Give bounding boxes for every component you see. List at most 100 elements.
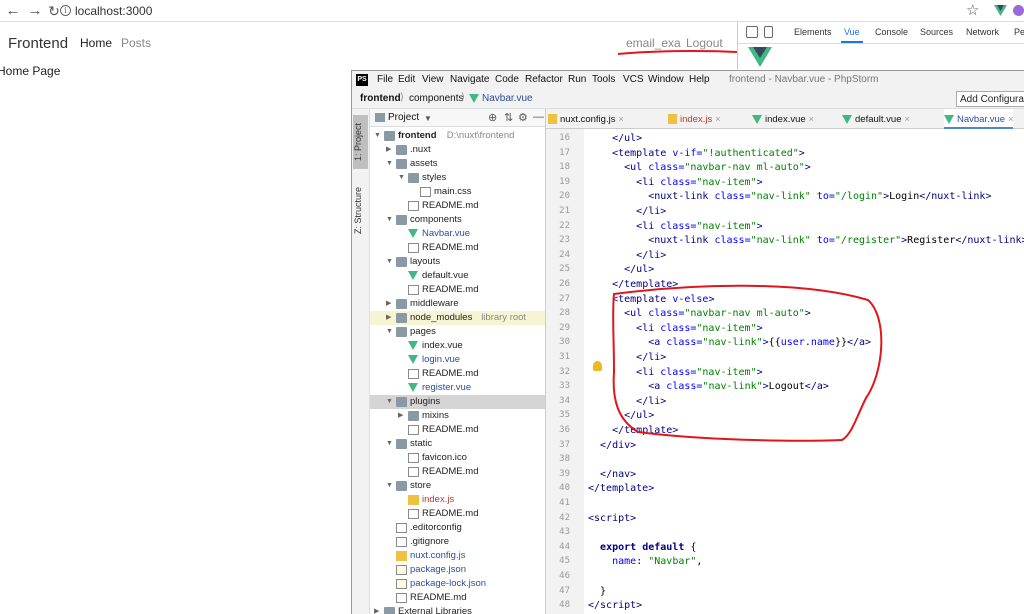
collapse-arrow-icon[interactable]: ▶ (398, 409, 403, 423)
tree-item[interactable]: nuxt.config.js (370, 549, 545, 563)
code-line[interactable]: </template> (588, 483, 654, 494)
expand-arrow-icon[interactable]: ▼ (398, 171, 405, 185)
close-tab-icon[interactable]: × (1008, 114, 1013, 124)
devtools-tab-overflow[interactable]: Pe (1014, 27, 1024, 37)
close-tab-icon[interactable]: × (618, 114, 623, 124)
expand-arrow-icon[interactable]: ▼ (386, 255, 393, 269)
locate-icon[interactable]: ⊕ (488, 111, 497, 124)
menu-file[interactable]: File (377, 74, 393, 85)
menu-window[interactable]: Window (648, 74, 684, 85)
expand-arrow-icon[interactable]: ▼ (386, 479, 393, 493)
expand-arrow-icon[interactable]: ▼ (386, 157, 393, 171)
editor-tab[interactable]: index.js × (668, 109, 720, 129)
tree-item[interactable]: package.json (370, 563, 545, 577)
tree-item[interactable]: ▶ External Libraries (370, 605, 545, 614)
bookmark-star-icon[interactable]: ☆ (966, 1, 979, 19)
tree-item[interactable]: .editorconfig (370, 521, 545, 535)
breadcrumb-frontend[interactable]: frontend (360, 93, 401, 104)
devtools-tab-vue[interactable]: Vue (844, 27, 860, 37)
side-tab-project[interactable]: 1: Project (353, 115, 368, 169)
code-line[interactable]: <nuxt-link class="nav-link" to="/login">… (588, 191, 991, 202)
menu-tools[interactable]: Tools (592, 74, 615, 85)
tree-item[interactable]: ▼ static (370, 437, 545, 451)
tree-item[interactable]: ▼ frontend D:\nuxt\frontend (370, 129, 545, 143)
forward-arrow-icon[interactable]: → (26, 2, 44, 20)
code-line[interactable]: </ul> (588, 264, 654, 275)
info-icon[interactable]: i (60, 5, 71, 16)
nav-home-link[interactable]: Home (80, 36, 112, 50)
tree-item[interactable]: index.vue (370, 339, 545, 353)
collapse-arrow-icon[interactable]: ▶ (386, 311, 391, 325)
breadcrumb-components[interactable]: components (409, 93, 463, 104)
tree-item[interactable]: README.md (370, 591, 545, 605)
menu-view[interactable]: View (422, 74, 444, 85)
tree-item[interactable]: ▶ middleware (370, 297, 545, 311)
tree-item[interactable]: ▼ styles (370, 171, 545, 185)
devtools-tab-elements[interactable]: Elements (794, 27, 832, 37)
tree-item[interactable]: ▶ .nuxt (370, 143, 545, 157)
editor-tab[interactable]: default.vue × (842, 109, 910, 129)
editor-tab[interactable]: Navbar.vue × (944, 109, 1014, 129)
tree-item[interactable]: ▼ pages (370, 325, 545, 339)
expand-arrow-icon[interactable]: ▼ (386, 213, 393, 227)
menu-edit[interactable]: Edit (398, 74, 415, 85)
close-tab-icon[interactable]: × (809, 114, 814, 124)
tree-item[interactable]: README.md (370, 199, 545, 213)
tree-item[interactable]: login.vue (370, 353, 545, 367)
tree-item[interactable]: ▼ plugins (370, 395, 545, 409)
code-line[interactable]: export default { (588, 542, 696, 553)
editor-tab[interactable]: index.vue × (752, 109, 814, 129)
code-line[interactable]: <ul class="navbar-nav ml-auto"> (588, 162, 811, 173)
tree-item[interactable]: ▼ components (370, 213, 545, 227)
menu-run[interactable]: Run (568, 74, 586, 85)
nav-user-email[interactable]: email_exa (626, 36, 681, 50)
code-line[interactable]: <template v-if="!authenticated"> (588, 148, 805, 159)
menu-vcs[interactable]: VCS (623, 74, 644, 85)
code-line[interactable]: <script> (588, 513, 636, 524)
nav-logout-link[interactable]: Logout (686, 36, 723, 50)
tree-item[interactable]: index.js (370, 493, 545, 507)
code-line[interactable]: } (588, 586, 606, 597)
code-line[interactable]: </script> (588, 600, 642, 611)
tree-item[interactable]: README.md (370, 507, 545, 521)
editor-tab[interactable]: nuxt.config.js × (548, 109, 624, 129)
back-arrow-icon[interactable]: ← (4, 2, 22, 20)
code-line[interactable]: </ul> (588, 410, 654, 421)
close-tab-icon[interactable]: × (715, 114, 720, 124)
tree-item[interactable]: ▶ mixins (370, 409, 545, 423)
tree-item[interactable]: main.css (370, 185, 545, 199)
tree-item[interactable]: ▼ assets (370, 157, 545, 171)
expand-arrow-icon[interactable]: ▼ (386, 325, 393, 339)
settings-gear-icon[interactable]: ⚙ (518, 111, 528, 124)
code-line[interactable]: <a class="nav-link">Logout</a> (588, 381, 829, 392)
code-line[interactable]: <template v-else> (588, 294, 714, 305)
address-bar[interactable]: localhost:3000 (75, 4, 152, 18)
hide-panel-icon[interactable]: — (533, 111, 544, 123)
add-configuration-button[interactable]: Add Configurat (956, 91, 1024, 107)
collapse-arrow-icon[interactable]: ▶ (374, 605, 379, 614)
site-brand[interactable]: Frontend (8, 35, 68, 52)
code-line[interactable]: </template> (588, 279, 678, 290)
menu-help[interactable]: Help (689, 74, 710, 85)
project-panel-title[interactable]: Project (388, 112, 419, 123)
code-line[interactable]: </div> (588, 440, 636, 451)
tree-item[interactable]: Navbar.vue (370, 227, 545, 241)
code-line[interactable]: </ul> (588, 133, 642, 144)
menu-navigate[interactable]: Navigate (450, 74, 489, 85)
code-line[interactable]: <a class="nav-link">{{user.name}}</a> (588, 337, 871, 348)
tree-item[interactable]: ▶ node_modules library root (370, 311, 545, 325)
tree-item[interactable]: favicon.ico (370, 451, 545, 465)
code-editor[interactable]: </ul> <template v-if="!authenticated"> <… (584, 129, 1024, 614)
tree-item[interactable]: README.md (370, 423, 545, 437)
tree-item[interactable]: ▼ store (370, 479, 545, 493)
extension-icon[interactable] (1012, 4, 1024, 17)
tree-item[interactable]: default.vue (370, 269, 545, 283)
menu-code[interactable]: Code (495, 74, 519, 85)
vue-devtools-extension-icon[interactable] (994, 4, 1007, 17)
code-line[interactable]: <li class="nav-item"> (588, 221, 762, 232)
lightbulb-icon[interactable] (593, 361, 602, 371)
code-line[interactable]: </template> (588, 425, 678, 436)
dropdown-icon[interactable]: ▼ (424, 114, 432, 123)
device-toolbar-icon[interactable] (764, 26, 773, 38)
code-line[interactable]: </li> (588, 396, 666, 407)
